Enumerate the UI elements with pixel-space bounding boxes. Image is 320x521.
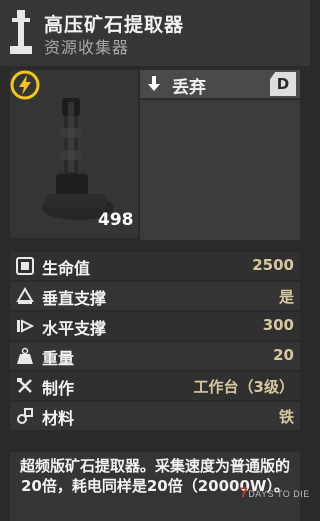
arrow-down-icon [148,76,160,91]
weight-icon [17,347,33,364]
stat-label: 材料 [42,409,75,428]
stat-value: 是 [278,288,294,306]
stat-row-vertical-support: 垂直支撑 是 [10,282,300,310]
action-slot [140,156,300,184]
stat-row-horizontal-support: 水平支撑 300 [10,312,300,340]
power-value: 498 [98,210,134,230]
item-preview: 498 [10,70,138,238]
stat-row-health: 生命值 2500 [10,252,300,280]
drop-button[interactable]: 丢弃 D [140,70,300,98]
stat-row-weight: 重量 20 [10,342,300,370]
stat-row-material: 材料 铁 [10,402,300,430]
crafting-icon [17,378,32,393]
stat-label: 水平支撑 [42,319,107,338]
drop-label: 丢弃 [172,78,206,98]
item-header: 高压矿石提取器 资源收集器 [0,0,310,66]
action-list: 丢弃 D [140,70,300,240]
item-title: 高压矿石提取器 [44,14,185,36]
stat-value: 铁 [278,408,294,426]
action-slot [140,128,300,156]
action-slot [140,100,300,128]
stat-label: 生命值 [42,259,91,278]
action-slot [140,184,300,212]
material-icon [17,408,33,424]
extractor-icon [10,10,32,54]
stat-value: 2500 [252,256,294,274]
lightning-icon [10,70,40,100]
health-icon [16,257,34,275]
stat-label: 重量 [42,349,75,368]
stat-value: 20 [273,346,294,364]
drop-key-badge: D [270,72,296,96]
horizontal-support-icon [17,319,34,333]
stat-value: 300 [262,316,294,334]
stat-value: 工作台（3级） [193,378,294,396]
watermark-logo: 7DAYS TO DIE [240,484,310,500]
action-slot [140,212,300,240]
item-subtitle: 资源收集器 [44,38,130,57]
stat-row-crafting: 制作 工作台（3级） [10,372,300,400]
stat-label: 垂直支撑 [42,289,107,308]
vertical-support-icon [16,287,34,304]
stat-label: 制作 [42,379,75,398]
